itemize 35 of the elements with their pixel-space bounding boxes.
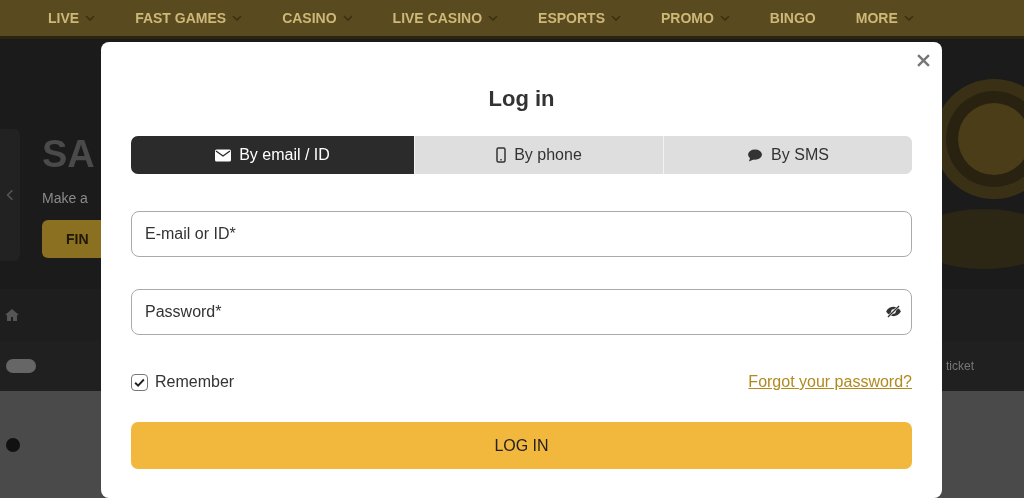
input-field[interactable]: E-mail or ID*	[131, 211, 912, 257]
caret-icon	[342, 15, 353, 21]
caret-icon	[903, 15, 914, 21]
phone-icon	[496, 147, 507, 163]
caret-icon	[85, 15, 96, 21]
nav-item[interactable]: MORE	[855, 10, 914, 26]
nav-item[interactable]: BINGO	[769, 10, 816, 26]
nav-item[interactable]: LIVE CASINO	[392, 10, 499, 26]
nav-item[interactable]: ESPORTS	[538, 10, 621, 26]
remember-label: Remember	[155, 373, 235, 391]
filter-label: ticket	[946, 359, 974, 373]
speech-bubble-icon	[747, 148, 764, 162]
nav-item[interactable]: LIVE	[48, 10, 96, 26]
chevron-left-icon	[6, 188, 14, 202]
dialog-title: Log in	[487, 86, 556, 112]
home-icon[interactable]	[4, 307, 20, 323]
checkbox[interactable]	[131, 373, 148, 391]
nav-item[interactable]: CASINO	[282, 10, 353, 26]
caret-icon	[610, 15, 621, 21]
hidden-eye-icon[interactable]	[885, 305, 902, 318]
forgot-password-link[interactable]: Forgot your password?	[748, 373, 912, 391]
close-icon[interactable]	[917, 54, 930, 67]
login-method-tab[interactable]: By email / ID	[131, 136, 414, 174]
envelope-icon	[215, 148, 232, 162]
nav-item[interactable]: PROMO	[660, 10, 730, 26]
caret-icon	[488, 15, 499, 21]
login-method-tab[interactable]: By SMS	[663, 136, 912, 174]
ball-icon	[6, 437, 20, 452]
banner-subtitle: Make a	[42, 190, 88, 206]
login-button[interactable]: LOG IN	[131, 422, 912, 469]
nav-item[interactable]: FAST GAMES	[135, 10, 243, 26]
caret-icon	[719, 15, 730, 21]
caret-icon	[232, 15, 243, 21]
password-field[interactable]: Password*	[131, 289, 912, 335]
toggle-switch[interactable]	[6, 359, 36, 373]
